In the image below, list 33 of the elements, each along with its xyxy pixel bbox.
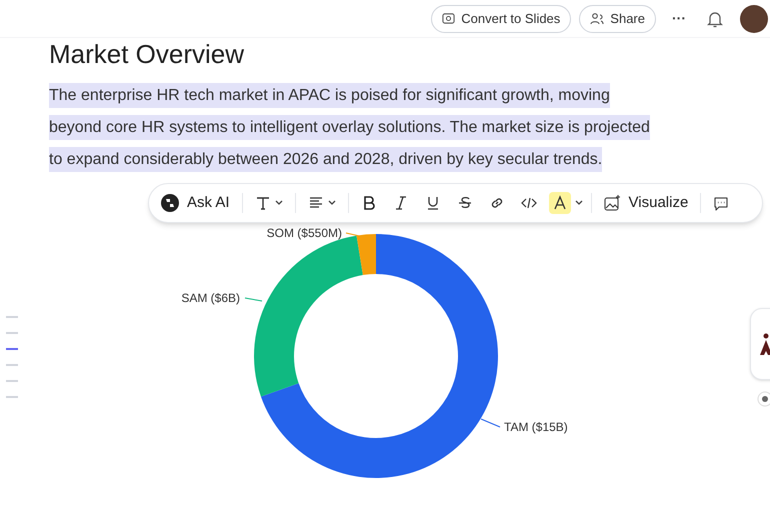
code-icon	[520, 195, 537, 211]
outline-marker[interactable]	[6, 364, 18, 366]
heading: Market Overview	[49, 42, 246, 70]
outline-marker[interactable]	[6, 396, 18, 398]
visualize-button[interactable]: Visualize	[596, 192, 696, 214]
people-icon	[590, 12, 604, 25]
text-icon	[254, 195, 271, 211]
chevron-down-icon	[274, 200, 283, 206]
share-button[interactable]: Share	[579, 4, 656, 32]
slice-label: TAM ($15B)	[504, 420, 568, 434]
outline-marker[interactable]	[6, 332, 18, 334]
ai-logo-icon	[161, 194, 179, 212]
chevron-down-icon	[574, 200, 583, 206]
figure-icon	[760, 333, 770, 355]
outline-marker[interactable]	[6, 348, 18, 350]
outline-marker[interactable]	[6, 380, 18, 382]
comment-icon	[713, 196, 730, 210]
slice-label: SAM ($6B)	[181, 291, 240, 305]
strikethrough-icon	[456, 195, 473, 211]
letter-a-icon	[552, 195, 568, 211]
outline-marker[interactable]	[6, 316, 18, 318]
ask-ai-button[interactable]: Ask AI	[161, 192, 238, 214]
leader-line	[480, 418, 500, 428]
image-sparkle-icon	[604, 195, 621, 211]
slides-icon	[442, 12, 456, 25]
settings-icon[interactable]	[757, 391, 770, 407]
more-button[interactable]: ···	[664, 8, 694, 29]
chevron-down-icon	[328, 200, 336, 206]
slice-label: SOM ($550M)	[266, 226, 342, 240]
convert-to-slides-button[interactable]: Convert to Slides	[431, 4, 572, 32]
bell-icon[interactable]	[706, 10, 724, 28]
leader-line	[244, 298, 262, 302]
avatar[interactable]	[740, 4, 768, 32]
